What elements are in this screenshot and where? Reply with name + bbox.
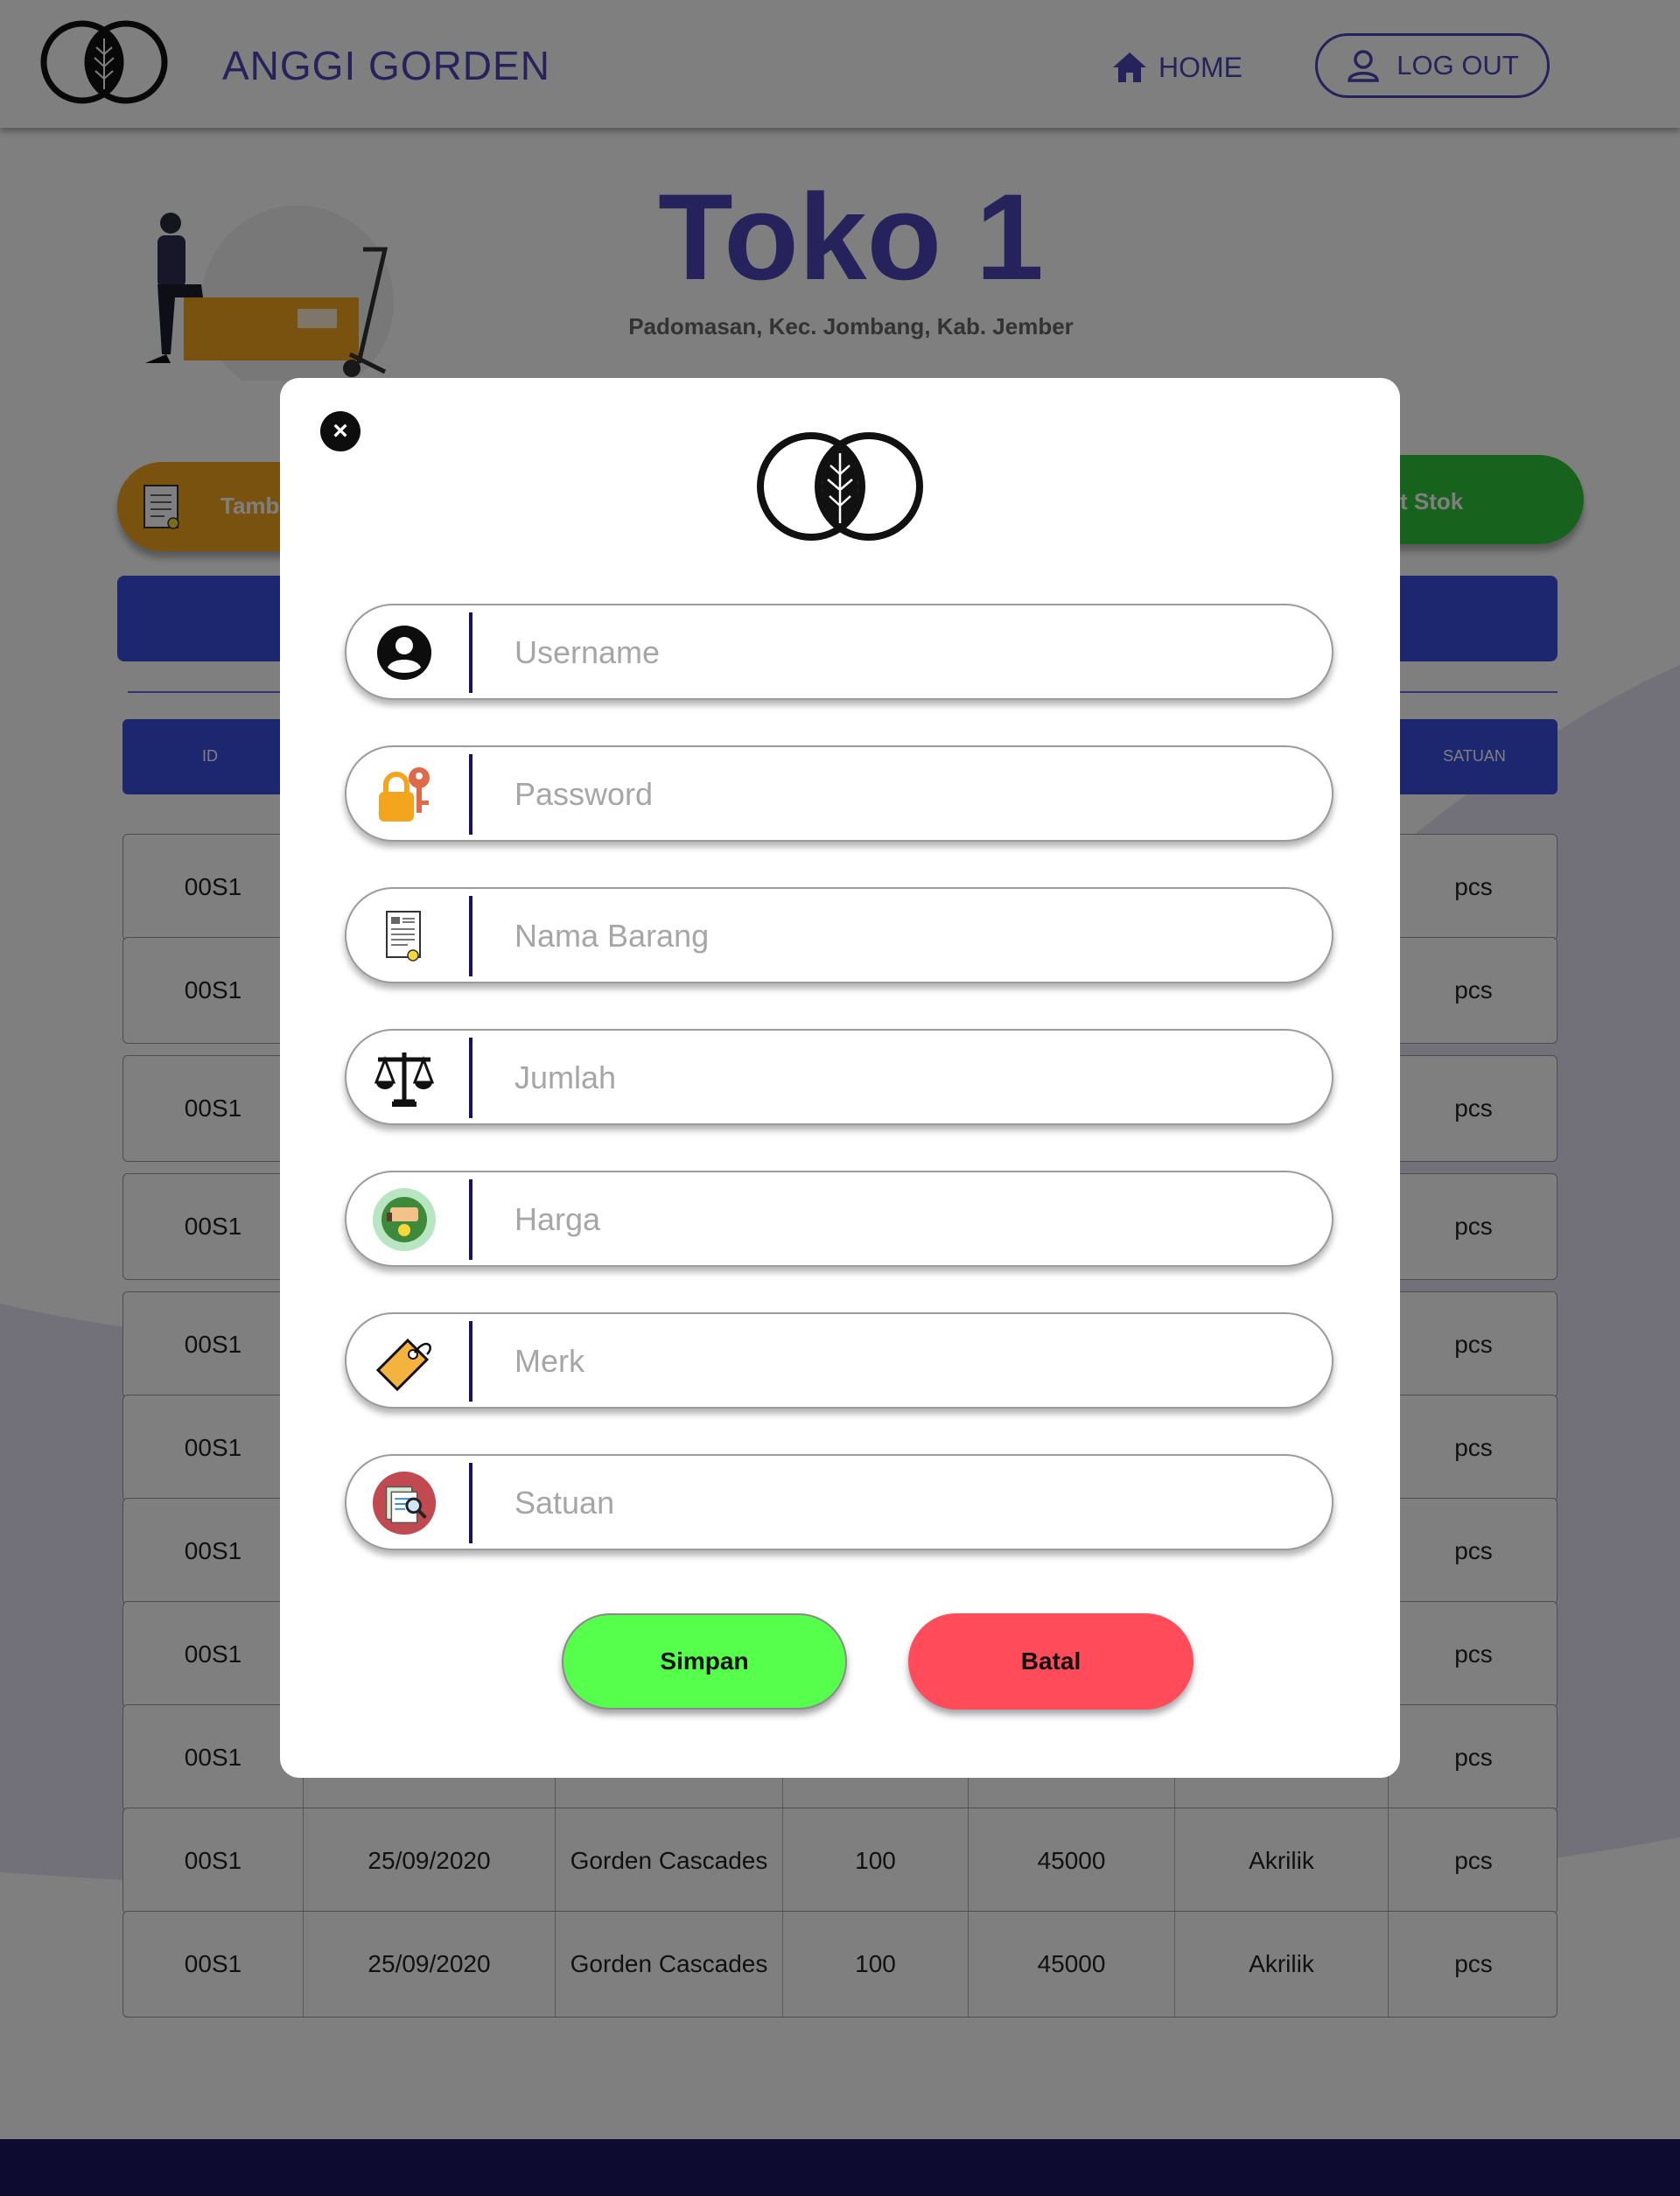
harga-input[interactable] — [513, 1188, 1286, 1251]
scale-icon — [371, 1046, 438, 1109]
search-document-icon — [371, 1471, 438, 1535]
merk-field — [345, 1312, 1334, 1409]
save-button[interactable]: Simpan — [562, 1613, 847, 1710]
cancel-button[interactable]: Batal — [908, 1613, 1194, 1710]
nama-barang-input[interactable] — [513, 905, 1286, 968]
jumlah-field — [345, 1029, 1334, 1125]
field-separator — [469, 1321, 472, 1402]
tag-icon — [371, 1330, 438, 1393]
field-separator — [469, 1179, 472, 1260]
harga-field — [345, 1171, 1334, 1267]
username-field — [345, 604, 1334, 700]
password-field — [345, 745, 1334, 842]
field-separator — [469, 896, 472, 976]
document-icon — [371, 905, 438, 968]
satuan-input[interactable] — [513, 1472, 1286, 1535]
password-input[interactable] — [513, 763, 1286, 826]
user-circle-icon — [371, 621, 438, 684]
field-separator — [469, 1463, 472, 1543]
nama-barang-field — [345, 887, 1334, 983]
lock-key-icon — [371, 763, 438, 826]
brand-logo-icon — [757, 432, 923, 541]
field-separator — [469, 1038, 472, 1118]
field-separator — [469, 612, 472, 693]
satuan-field — [345, 1454, 1334, 1550]
add-item-modal: × Username Nama Barang Jumlah Harga Merk… — [280, 378, 1400, 1778]
username-input[interactable] — [513, 621, 1286, 684]
jumlah-input[interactable] — [513, 1046, 1286, 1109]
merk-input[interactable] — [513, 1330, 1286, 1393]
field-separator — [469, 754, 472, 835]
close-modal-button[interactable]: × — [320, 411, 360, 451]
money-icon — [371, 1188, 438, 1251]
